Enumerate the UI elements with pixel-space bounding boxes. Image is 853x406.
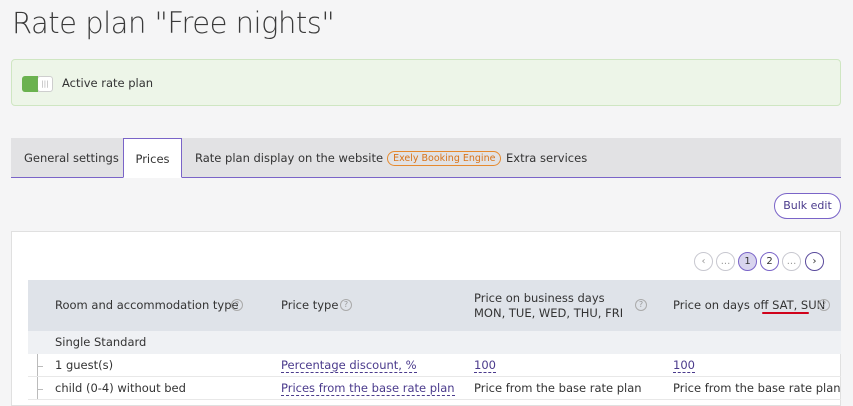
tab-bar: General settings Prices Rate plan displa…	[11, 138, 841, 178]
room-group-row: Single Standard	[28, 331, 841, 354]
tab-website-display-label: Rate plan display on the website	[195, 151, 384, 165]
pagination-ellipsis-left[interactable]: ...	[716, 252, 735, 271]
tab-prices[interactable]: Prices	[123, 138, 182, 178]
business-days-price-link[interactable]: 100	[474, 358, 496, 373]
row-room-type: 1 guest(s)	[55, 358, 114, 372]
help-icon[interactable]: ?	[231, 299, 243, 311]
col-days-off: Price on days off SAT, SUN	[673, 298, 825, 313]
col-days-off-label: Price on days off	[673, 298, 773, 312]
tab-general-settings-label: General settings	[24, 151, 119, 165]
toggle-knob-icon: |||	[38, 77, 52, 91]
col-room-type: Room and accommodation type	[55, 298, 239, 312]
tab-prices-label: Prices	[135, 152, 170, 166]
toggle-on-fill	[22, 76, 38, 92]
help-icon[interactable]: ?	[340, 299, 352, 311]
row-room-type: child (0-4) without bed	[55, 381, 186, 395]
tab-extra-services-label: Extra services	[506, 151, 588, 165]
pagination-ellipsis-right[interactable]: ...	[782, 252, 801, 271]
active-rate-plan-box: ||| Active rate plan	[11, 59, 841, 106]
page-title: Rate plan "Free nights"	[12, 6, 335, 40]
tab-general-settings[interactable]: General settings	[24, 138, 119, 178]
table-header: Room and accommodation type ? Price type…	[28, 280, 841, 331]
room-group-label: Single Standard	[55, 335, 147, 349]
tab-website-display[interactable]: Rate plan display on the website Exely Bo…	[195, 138, 502, 178]
active-rate-plan-label: Active rate plan	[62, 76, 154, 90]
price-type-link[interactable]: Percentage discount, %	[281, 358, 417, 373]
price-type-link[interactable]: Prices from the base rate plan	[281, 381, 455, 396]
pagination-page-1[interactable]: 1	[738, 252, 757, 271]
days-off-price: Price from the base rate plan	[673, 381, 841, 395]
pagination-page-2[interactable]: 2	[760, 252, 779, 271]
business-days-price: Price from the base rate plan	[474, 381, 642, 395]
exely-booking-engine-badge: Exely Booking Engine	[387, 151, 502, 166]
active-rate-plan-toggle[interactable]: |||	[22, 76, 53, 92]
bulk-edit-button[interactable]: Bulk edit	[774, 193, 841, 219]
help-icon[interactable]: ?	[635, 299, 647, 311]
col-business-days: Price on business days MON, TUE, WED, TH…	[474, 291, 624, 320]
pagination-prev-icon[interactable]: ‹	[694, 252, 713, 271]
days-off-price-link[interactable]: 100	[673, 358, 695, 373]
tab-extra-services[interactable]: Extra services	[506, 138, 587, 178]
col-price-type: Price type	[281, 298, 339, 312]
table-row: 1 guest(s) Percentage discount, % 100 10…	[28, 354, 841, 377]
pagination-next-icon[interactable]: ›	[805, 252, 824, 271]
table-row: child (0-4) without bed Prices from the …	[28, 377, 841, 400]
days-off-red-underline	[762, 312, 809, 314]
help-icon[interactable]: ?	[818, 299, 830, 311]
